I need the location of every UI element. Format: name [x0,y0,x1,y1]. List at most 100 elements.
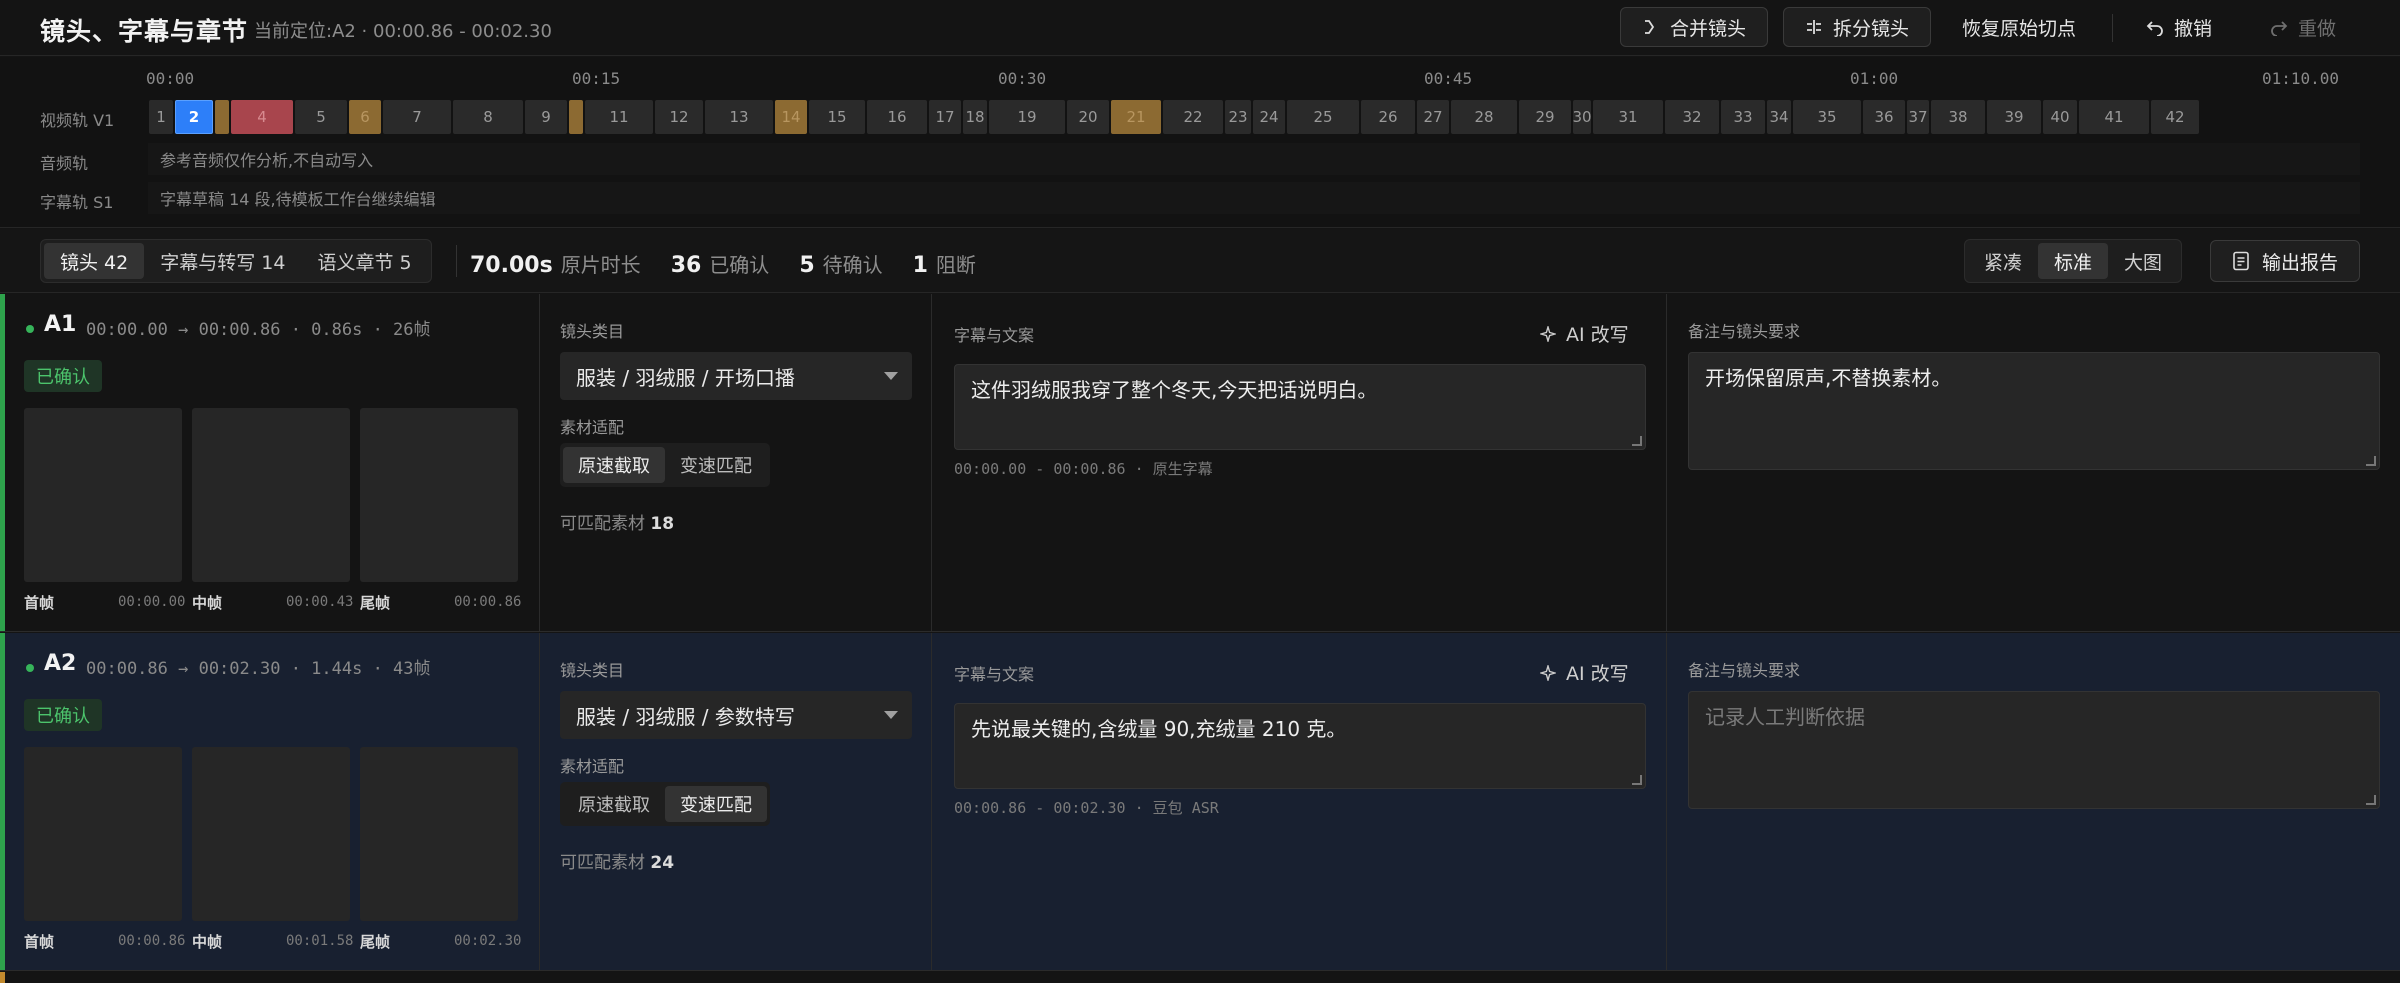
notes-textarea[interactable]: 记录人工判断依据 [1688,691,2380,809]
match-variable-speed[interactable]: 变速匹配 [665,447,767,483]
shot-row-a2[interactable]: A2 00:00.86 → 00:02.30 · 1.44s · 43帧 已确认… [0,633,2400,971]
first-frame-thumbnail[interactable] [24,747,182,921]
video-segment[interactable] [569,100,583,134]
video-segment[interactable]: 22 [1163,100,1223,134]
video-segment[interactable]: 24 [1253,100,1285,134]
video-segment[interactable]: 30 [1573,100,1591,134]
video-segment[interactable]: 9 [525,100,567,134]
video-segment[interactable]: 21 [1111,100,1161,134]
merge-icon [1644,20,1655,34]
export-report-button[interactable]: 输出报告 [2210,240,2360,282]
ai-rewrite-button[interactable]: AI 改写 [1540,320,1629,347]
match-original-speed[interactable]: 原速截取 [563,447,665,483]
last-frame-thumbnail[interactable] [360,747,518,921]
confirmed-value: 36 [670,253,702,278]
video-segment[interactable]: 25 [1287,100,1359,134]
export-report-label: 输出报告 [2261,251,2338,274]
ai-rewrite-button[interactable]: AI 改写 [1540,659,1629,686]
video-segment[interactable]: 17 [929,100,961,134]
match-original-speed[interactable]: 原速截取 [563,786,665,822]
video-segment[interactable]: 23 [1225,100,1251,134]
split-shot-button[interactable]: 拆分镜头 [1783,7,1931,47]
video-segment[interactable]: 26 [1361,100,1415,134]
tab-subtitles[interactable]: 字幕与转写 14 [144,243,301,279]
shot-row-a1[interactable]: A1 00:00.00 → 00:00.86 · 0.86s · 26帧 已确认… [0,294,2400,632]
video-segment[interactable]: 19 [989,100,1065,134]
video-segment[interactable]: 4 [231,100,293,134]
match-label: 素材适配 [560,757,625,776]
last-frame-thumbnail[interactable] [360,408,518,582]
density-compact[interactable]: 紧凑 [1968,243,2038,279]
video-segment[interactable]: 13 [705,100,773,134]
video-segment[interactable]: 15 [809,100,865,134]
video-segment[interactable]: 27 [1417,100,1449,134]
caption-meta: 00:00.86 - 00:02.30 · 豆包 ASR [954,799,1219,817]
category-value: 服装 / 羽绒服 / 开场口播 [576,365,795,390]
video-segment[interactable]: 18 [963,100,987,134]
pending-value: 5 [799,253,815,278]
video-segment[interactable]: 34 [1767,100,1791,134]
notes-text: 开场保留原声,不替换素材。 [1705,366,1952,390]
video-segment[interactable]: 1 [149,100,173,134]
resize-handle[interactable] [2366,795,2376,805]
video-segment[interactable]: 7 [383,100,451,134]
ai-rewrite-label: AI 改写 [1566,663,1629,685]
ai-rewrite-label: AI 改写 [1566,324,1629,346]
video-segment[interactable]: 33 [1721,100,1765,134]
undo-button[interactable]: 撤销 [2146,7,2212,47]
video-segment[interactable] [215,100,229,134]
video-segment[interactable]: 40 [2043,100,2077,134]
video-segment[interactable]: 36 [1863,100,1905,134]
duration-value: 70.00s [470,253,553,278]
caption-label: 字幕与文案 [954,665,1035,684]
density-standard[interactable]: 标准 [2038,243,2109,279]
video-segment[interactable]: 6 [349,100,381,134]
video-segment[interactable]: 29 [1519,100,1571,134]
merge-shot-button[interactable]: 合并镜头 [1620,7,1768,47]
subtitle-track[interactable]: 字幕草稿 14 段,待模板工作台继续编辑 [148,182,2360,214]
video-segment[interactable]: 31 [1593,100,1663,134]
middle-frame-thumbnail[interactable] [192,747,350,921]
tab-chapters[interactable]: 语义章节 5 [301,243,427,279]
redo-button[interactable]: 重做 [2270,7,2336,47]
density-large[interactable]: 大图 [2108,243,2178,279]
match-variable-speed[interactable]: 变速匹配 [665,786,767,822]
video-segment[interactable]: 16 [867,100,927,134]
video-segment[interactable]: 41 [2079,100,2149,134]
subtitle-track-note: 字幕草稿 14 段,待模板工作台继续编辑 [160,190,436,209]
video-segment[interactable]: 32 [1665,100,1719,134]
middle-frame-thumbnail[interactable] [192,408,350,582]
first-frame-thumbnail[interactable] [24,408,182,582]
video-segment[interactable]: 35 [1793,100,1861,134]
restore-cuts-button[interactable]: 恢复原始切点 [1962,7,2076,47]
match-count-label: 可匹配素材 [560,514,645,534]
video-segment[interactable]: 28 [1451,100,1517,134]
resize-handle[interactable] [2366,456,2376,466]
category-select[interactable]: 服装 / 羽绒服 / 参数特写 [560,691,912,739]
notes-textarea[interactable]: 开场保留原声,不替换素材。 [1688,352,2380,470]
tab-shots[interactable]: 镜头 42 [44,243,145,279]
frame-time: 00:00.43 [286,594,354,610]
video-segment[interactable]: 2 [175,100,213,134]
timeline-tick: 00:45 [1424,69,1473,88]
frame-time: 00:01.58 [286,933,354,949]
video-segment[interactable]: 42 [2151,100,2199,134]
caption-textarea[interactable]: 先说最关键的,含绒量 90,充绒量 210 克。 [954,703,1646,789]
audio-track[interactable]: 参考音频仅作分析,不自动写入 [148,143,2360,175]
video-segment[interactable]: 14 [775,100,807,134]
resize-handle[interactable] [1632,775,1642,785]
video-segment[interactable]: 37 [1907,100,1929,134]
category-select[interactable]: 服装 / 羽绒服 / 开场口播 [560,352,912,400]
caption-textarea[interactable]: 这件羽绒服我穿了整个冬天,今天把话说明白。 [954,364,1646,450]
density-toggle: 紧凑 标准 大图 [1964,239,2183,283]
resize-handle[interactable] [1632,436,1642,446]
video-segment[interactable]: 8 [453,100,523,134]
timeline-tick: 00:15 [572,69,621,88]
video-segment[interactable]: 39 [1987,100,2041,134]
frame-label: 中帧 [192,594,223,612]
video-segment[interactable]: 11 [585,100,653,134]
video-segment[interactable]: 20 [1067,100,1109,134]
video-segment[interactable]: 12 [655,100,703,134]
video-segment[interactable]: 5 [295,100,347,134]
video-segment[interactable]: 38 [1931,100,1985,134]
